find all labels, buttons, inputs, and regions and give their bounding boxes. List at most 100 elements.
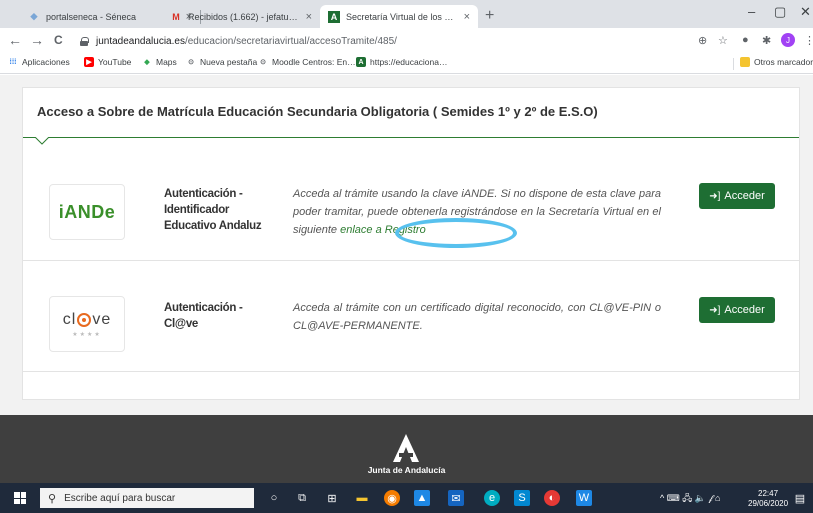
row-divider bbox=[23, 260, 799, 261]
clave-logo: cl ve ★★★★ bbox=[49, 296, 125, 352]
lock-icon bbox=[80, 36, 89, 46]
header-divider bbox=[23, 137, 799, 138]
iande-logo: iANDe bbox=[49, 184, 125, 240]
close-tab-icon[interactable]: × bbox=[306, 11, 312, 23]
clave-logo-left: cl bbox=[62, 310, 77, 328]
system-tray-icons[interactable]: ^ ⌨ 🖧 🔈 𝒻 ⌂ bbox=[660, 491, 720, 507]
auth-name-line: Autenticación - bbox=[164, 188, 243, 200]
notifications-icon[interactable]: ▤ bbox=[792, 490, 808, 506]
file-explorer-icon[interactable]: ▬ bbox=[354, 490, 370, 506]
bookmark-nueva-pestana[interactable]: ⊙ Nueva pestaña bbox=[186, 57, 257, 67]
login-icon: ➜] bbox=[709, 304, 721, 316]
puzzle-icon[interactable]: ✱ bbox=[762, 34, 771, 47]
auth-method-name-iande: Autenticación - Identificador Educativo … bbox=[164, 186, 262, 234]
access-card: Acceso a Sobre de Matrícula Educación Se… bbox=[22, 87, 800, 400]
button-label: Acceder bbox=[724, 304, 765, 316]
youtube-icon: ▶ bbox=[84, 57, 94, 67]
clave-logo-text: cl ve bbox=[63, 311, 111, 329]
clock-time: 22:47 bbox=[758, 489, 779, 498]
windows-taskbar: ⚲ Escribe aquí para buscar ○ ⧉ ⊞ ▬ ◉ ▲ ✉… bbox=[0, 483, 813, 513]
page-footer: Junta de Andalucía bbox=[0, 415, 813, 483]
extension-icon[interactable]: ● bbox=[742, 34, 749, 46]
new-tab-button[interactable]: + bbox=[485, 7, 494, 25]
minimize-button[interactable]: – bbox=[748, 4, 755, 19]
skype-icon[interactable]: S bbox=[514, 490, 530, 506]
page-title: Acceso a Sobre de Matrícula Educación Se… bbox=[37, 104, 598, 119]
junta-icon: A bbox=[356, 57, 366, 67]
close-window-button[interactable]: ✕ bbox=[800, 4, 811, 20]
bookmark-maps[interactable]: ◆ Maps bbox=[142, 57, 177, 67]
bookmark-label: YouTube bbox=[98, 57, 132, 67]
auth-description-clave: Acceda al trámite con un certificado dig… bbox=[293, 299, 661, 335]
url-path: /educacion/secretariavirtual/accesoTrami… bbox=[184, 35, 397, 47]
tab-gmail[interactable]: M Recibidos (1.662) - jefaturajosed… × bbox=[162, 5, 320, 28]
back-button[interactable]: ← bbox=[8, 32, 22, 48]
highlight-circle bbox=[395, 218, 517, 248]
seneca-icon: ◆ bbox=[30, 11, 38, 21]
bookmark-educaciona[interactable]: A https://educaciona… bbox=[356, 57, 448, 67]
bookmark-label: https://educaciona… bbox=[370, 57, 448, 67]
bookmark-label: Nueva pestaña bbox=[200, 57, 258, 67]
bookmark-moodle[interactable]: ⊙ Moodle Centros: En… bbox=[258, 57, 356, 67]
zoom-icon[interactable]: ⊕ bbox=[698, 34, 707, 47]
address-bar[interactable]: juntadeandalucia.es/educacion/secretaria… bbox=[80, 31, 740, 51]
junta-andalucia-label: Junta de Andalucía bbox=[367, 465, 446, 475]
store-icon[interactable]: ⊞ bbox=[324, 490, 340, 506]
reload-button[interactable]: C bbox=[54, 33, 63, 47]
edge-icon[interactable]: e bbox=[484, 490, 500, 506]
bookmark-label: Maps bbox=[156, 57, 177, 67]
junta-icon: A bbox=[328, 10, 340, 23]
bookmark-label: Otros marcadores bbox=[754, 57, 813, 67]
bookmark-label: Moodle Centros: En… bbox=[272, 57, 356, 67]
acceder-clave-button[interactable]: ➜] Acceder bbox=[699, 297, 775, 323]
mail-icon[interactable]: ✉ bbox=[448, 490, 464, 506]
bookmark-otros[interactable]: Otros marcadores bbox=[740, 57, 813, 67]
bookmarks-separator bbox=[733, 58, 734, 70]
menu-icon[interactable]: ⋮ bbox=[804, 34, 813, 47]
auth-name-line: Identificador bbox=[164, 204, 230, 216]
close-tab-icon[interactable]: × bbox=[464, 11, 470, 23]
clave-at-icon bbox=[77, 312, 92, 327]
auth-method-name-clave: Autenticación - Cl@ve bbox=[164, 300, 243, 332]
photos-icon[interactable]: ▲ bbox=[414, 490, 430, 506]
tab-title: portalseneca - Séneca bbox=[46, 11, 137, 22]
chrome-icon[interactable]: ◉ bbox=[384, 490, 400, 506]
tab-secretaria-virtual[interactable]: A Secretaría Virtual de los centros… × bbox=[320, 5, 478, 28]
search-icon: ⚲ bbox=[48, 492, 57, 505]
globe-icon: ⊙ bbox=[260, 59, 266, 66]
junta-andalucia-logo bbox=[393, 434, 419, 462]
header-notch bbox=[35, 137, 49, 145]
browser-tab-strip: ◆ portalseneca - Séneca × M Recibidos (1… bbox=[0, 0, 813, 28]
task-view-icon[interactable]: ⧉ bbox=[294, 490, 310, 506]
auth-name-line: Autenticación - bbox=[164, 302, 243, 314]
maps-icon: ◆ bbox=[144, 59, 150, 66]
browser-toolbar: ← → C juntadeandalucia.es/educacion/secr… bbox=[0, 28, 813, 54]
acceder-iande-button[interactable]: ➜] Acceder bbox=[699, 183, 775, 209]
clock-date: 29/06/2020 bbox=[748, 499, 789, 508]
star-icon[interactable]: ☆ bbox=[718, 34, 728, 47]
taskbar-search-input[interactable]: ⚲ Escribe aquí para buscar bbox=[40, 488, 254, 508]
gmail-icon: M bbox=[172, 11, 180, 22]
auth-name-line: Cl@ve bbox=[164, 318, 199, 330]
cortana-icon[interactable]: ○ bbox=[266, 490, 282, 506]
login-icon: ➜] bbox=[709, 190, 721, 202]
folder-icon bbox=[740, 57, 750, 67]
auth-name-line: Educativo Andaluz bbox=[164, 220, 262, 232]
page-content: Acceso a Sobre de Matrícula Educación Se… bbox=[0, 75, 813, 415]
card-header: Acceso a Sobre de Matrícula Educación Se… bbox=[23, 88, 799, 138]
apps-grid-icon: ⁞⁞⁞ bbox=[9, 58, 17, 66]
clave-logo-right: ve bbox=[92, 310, 112, 328]
row-divider bbox=[23, 371, 799, 372]
app-icon[interactable]: ◐ bbox=[544, 490, 560, 506]
bookmark-apps[interactable]: ⁞⁞⁞ Aplicaciones bbox=[8, 57, 70, 67]
bookmark-youtube[interactable]: ▶ YouTube bbox=[84, 57, 131, 67]
taskbar-clock[interactable]: 22:47 29/06/2020 bbox=[748, 489, 788, 509]
profile-avatar[interactable]: J bbox=[781, 33, 795, 47]
bookmarks-bar: ⁞⁞⁞ Aplicaciones ▶ YouTube ◆ Maps ⊙ Nuev… bbox=[0, 54, 813, 74]
word-icon[interactable]: W bbox=[576, 490, 592, 506]
maximize-button[interactable]: ▢ bbox=[774, 4, 786, 20]
clave-stars: ★★★★ bbox=[72, 331, 102, 338]
windows-start-button[interactable] bbox=[14, 492, 26, 504]
tab-title: Recibidos (1.662) - jefaturajosed… bbox=[188, 11, 300, 22]
forward-button[interactable]: → bbox=[30, 32, 44, 48]
